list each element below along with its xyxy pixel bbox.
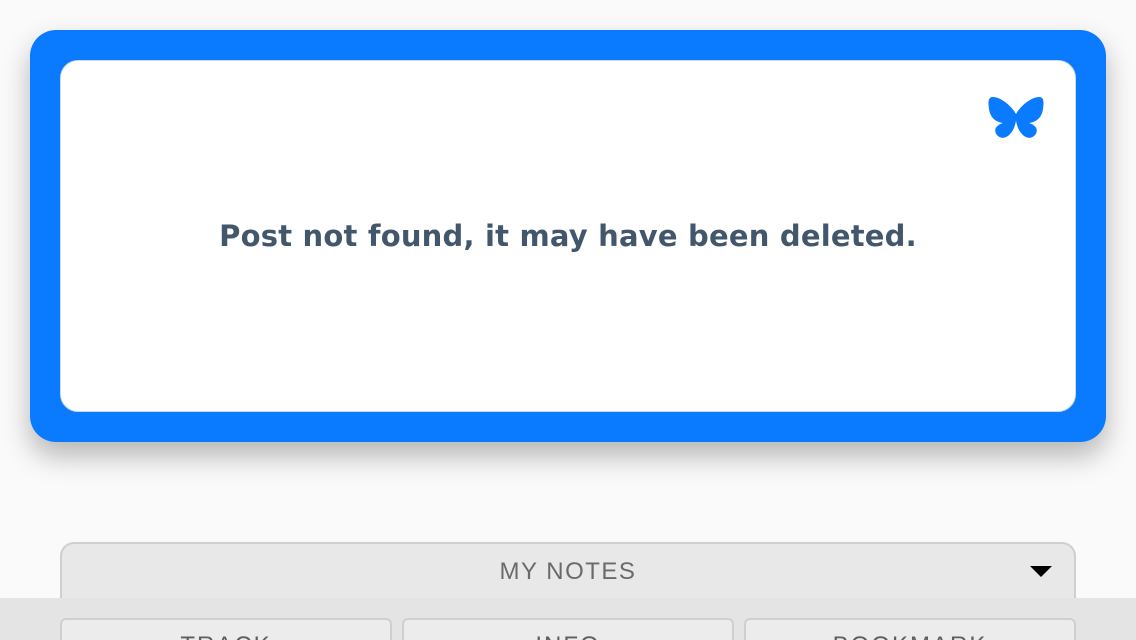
track-tab[interactable]: TRACK — [60, 618, 392, 640]
caret-down-icon — [1030, 566, 1052, 577]
post-not-found-message: Post not found, it may have been deleted… — [219, 219, 917, 253]
my-notes-toggle[interactable]: MY NOTES — [60, 542, 1076, 600]
info-tab[interactable]: INFO — [402, 618, 734, 640]
bookmark-tab[interactable]: BOOKMARK — [744, 618, 1076, 640]
bookmark-tab-label: BOOKMARK — [746, 632, 1074, 640]
page: Post not found, it may have been deleted… — [0, 0, 1136, 640]
embedded-post-frame: Post not found, it may have been deleted… — [30, 30, 1106, 442]
info-tab-label: INFO — [404, 632, 732, 640]
butterfly-icon — [988, 97, 1044, 138]
track-tab-label: TRACK — [62, 632, 390, 640]
my-notes-label: MY NOTES — [499, 558, 637, 585]
embedded-post-card[interactable]: Post not found, it may have been deleted… — [60, 60, 1076, 412]
bottom-tab-bar: TRACK INFO BOOKMARK — [0, 598, 1136, 640]
